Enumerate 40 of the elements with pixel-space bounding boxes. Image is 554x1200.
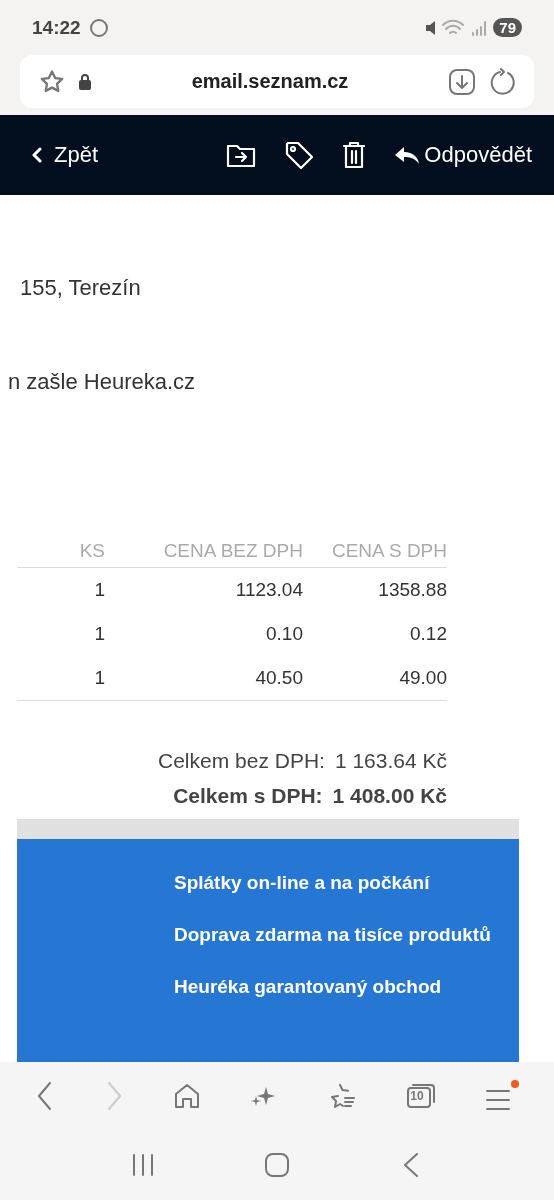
battery-level: 79 (493, 18, 522, 37)
table-cell-text: 1123.04 (234, 579, 303, 601)
total-value: 1 163.64 Kč (334, 748, 447, 773)
reply-button[interactable]: Odpovědět (394, 142, 532, 168)
promo-text: Splátky on-line a na počkání (174, 872, 431, 894)
total-value: 1 408.00 Kč (332, 783, 447, 808)
back-button[interactable]: Zpět (32, 142, 99, 168)
mute-icon (426, 20, 436, 35)
chevron-icon (32, 147, 42, 163)
column-header: CENA S DPH (330, 540, 447, 562)
reply-icon (394, 145, 421, 165)
tag-icon[interactable] (284, 140, 315, 170)
recent-apps-icon[interactable] (131, 1153, 155, 1177)
wifi-icon (441, 18, 466, 37)
table-cell-text: 1 (93, 579, 105, 601)
table-cell-text: 40.50 (254, 666, 303, 689)
column-header: CENA BEZ DPH (162, 540, 303, 562)
promo-text: Heuréka garantovaný obchod (174, 976, 443, 998)
table-cell-text: 0.12 (409, 622, 447, 645)
move-folder-icon[interactable] (226, 142, 257, 168)
signal-icon (471, 18, 488, 37)
reload-icon[interactable] (488, 67, 516, 96)
lock-icon (78, 72, 92, 91)
menu-button[interactable] (485, 1080, 520, 1112)
address-text: 155, Terezín (19, 275, 142, 301)
table-cell-text: 1358.88 (377, 579, 447, 601)
clock: 14:22 (32, 16, 81, 39)
total-label: Celkem s DPH: (173, 783, 323, 808)
table-cell-text: 49.00 (398, 666, 447, 689)
table-cell-text: 0.10 (265, 622, 303, 645)
home-icon[interactable] (265, 1153, 289, 1177)
column-header: KS (78, 540, 105, 562)
total-label: Celkem bez DPH: (158, 748, 325, 773)
table-cell-text: 1 (93, 622, 105, 645)
home-icon[interactable] (172, 1082, 201, 1110)
table-cell-text: 1 (93, 666, 105, 689)
trash-icon[interactable] (342, 141, 367, 169)
download-icon[interactable] (448, 67, 476, 96)
email-text: n zašle Heureka.cz (7, 369, 197, 395)
promo-text: Doprava zdarma na tisíce produktů (174, 924, 492, 946)
